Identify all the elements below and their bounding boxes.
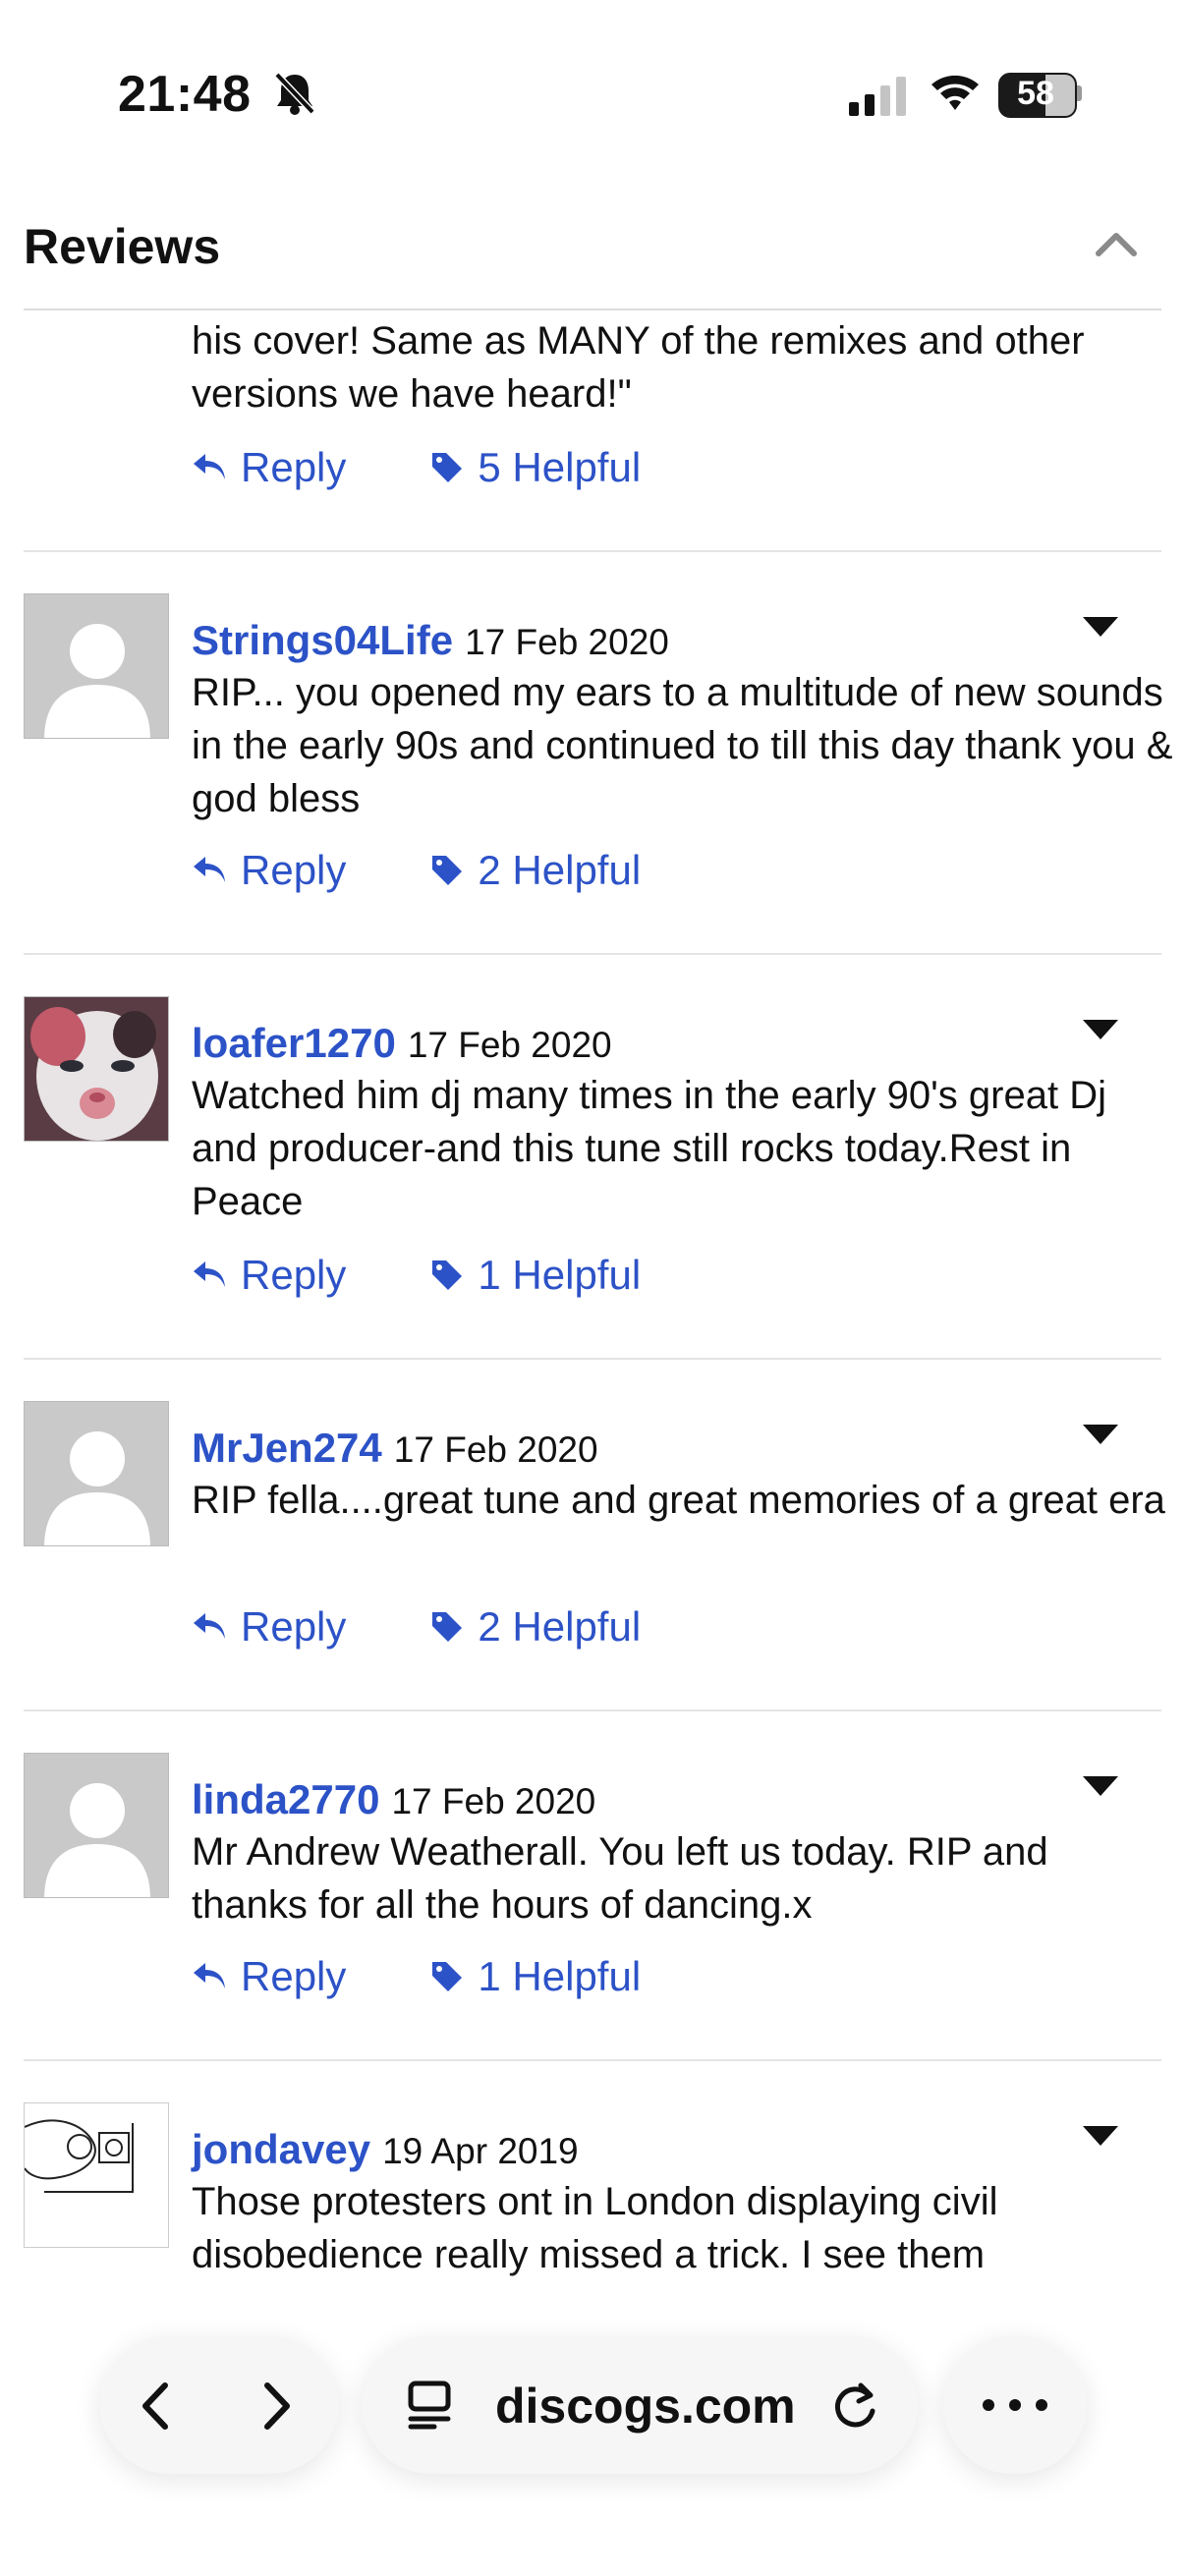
review-actions: Reply 2 Helpful <box>192 1599 725 1654</box>
reply-button[interactable]: Reply <box>192 1252 346 1299</box>
review-meta: jondavey 19 Apr 2019 <box>192 2126 579 2173</box>
page-menu-icon[interactable] <box>405 2380 460 2431</box>
helpful-label: 1 Helpful <box>478 1953 642 1999</box>
forward-icon[interactable] <box>257 2380 297 2433</box>
avatar[interactable] <box>24 593 169 739</box>
helpful-label: 2 Helpful <box>478 1603 642 1650</box>
review-text: Those protesters ont in London displayin… <box>192 2180 998 2276</box>
review-date: 19 Apr 2019 <box>382 2131 579 2171</box>
review-text: Mr Andrew Weatherall. You left us today.… <box>192 1830 1048 1927</box>
helpful-label: 2 Helpful <box>478 847 642 893</box>
username-link[interactable]: linda2770 <box>192 1776 379 1822</box>
divider <box>24 953 1161 955</box>
reply-label: Reply <box>241 1953 347 1999</box>
reply-icon <box>194 1613 225 1639</box>
caret-down-icon[interactable] <box>1081 1774 1120 1798</box>
username-link[interactable]: jondavey <box>192 2126 370 2172</box>
review-actions: Reply 2 Helpful <box>192 843 725 898</box>
review-meta: linda2770 17 Feb 2020 <box>192 1776 595 1823</box>
review-meta: Strings04Life 17 Feb 2020 <box>192 617 669 664</box>
caret-down-icon[interactable] <box>1081 2124 1120 2148</box>
reply-icon <box>194 1261 225 1287</box>
helpful-label: 5 Helpful <box>478 444 642 490</box>
caret-down-icon[interactable] <box>1081 1423 1120 1446</box>
helpful-button[interactable]: 2 Helpful <box>430 1603 641 1651</box>
tag-icon <box>432 453 463 482</box>
divider <box>24 1709 1161 1711</box>
status-time: 21:48 <box>118 66 252 123</box>
avatar[interactable] <box>24 1753 169 1898</box>
review-date: 17 Feb 2020 <box>391 1781 596 1821</box>
chevron-up-icon[interactable] <box>1093 228 1140 257</box>
helpful-label: 1 Helpful <box>478 1252 642 1298</box>
review-actions: Reply 1 Helpful <box>192 1248 725 1303</box>
review-date: 17 Feb 2020 <box>407 1025 612 1065</box>
helpful-button[interactable]: 2 Helpful <box>430 847 641 894</box>
bell-muted-icon <box>274 72 315 115</box>
review-text: Watched him dj many times in the early 9… <box>192 1074 1106 1223</box>
avatar[interactable] <box>24 996 169 1142</box>
review-meta: loafer1270 17 Feb 2020 <box>192 1020 612 1067</box>
more-button[interactable] <box>943 2336 1087 2474</box>
caret-down-icon[interactable] <box>1081 615 1120 639</box>
status-bar: 21:48 58 <box>0 0 1185 187</box>
address-bar[interactable]: discogs.com <box>362 2336 918 2474</box>
username-link[interactable]: MrJen274 <box>192 1425 382 1471</box>
reply-label: Reply <box>241 847 347 893</box>
back-icon[interactable] <box>136 2380 175 2433</box>
avatar[interactable] <box>24 1401 169 1546</box>
avatar[interactable] <box>24 2102 169 2248</box>
tag-icon <box>432 856 463 885</box>
divider <box>24 550 1161 552</box>
review-actions: Reply 1 Helpful <box>192 1949 725 2004</box>
reload-icon[interactable] <box>829 2381 880 2433</box>
wifi-icon <box>931 75 979 110</box>
divider <box>24 1358 1161 1360</box>
tag-icon <box>432 1612 463 1642</box>
review-meta: MrJen274 17 Feb 2020 <box>192 1425 598 1472</box>
caret-down-icon[interactable] <box>1081 1018 1120 1041</box>
reply-icon <box>194 1963 225 1988</box>
review-date: 17 Feb 2020 <box>465 622 669 662</box>
reviews-list: his cover! Same as MANY of the remixes a… <box>0 0 1185 2576</box>
reply-label: Reply <box>241 1603 347 1650</box>
divider <box>24 308 1161 310</box>
review-text: RIP... you opened my ears to a multitude… <box>192 671 1173 820</box>
ellipsis-icon <box>983 2399 1047 2411</box>
tag-icon <box>432 1260 463 1290</box>
reply-label: Reply <box>241 1252 347 1298</box>
reply-button[interactable]: Reply <box>192 847 346 894</box>
divider <box>24 2059 1161 2061</box>
reply-button[interactable]: Reply <box>192 1953 346 2000</box>
reply-button[interactable]: Reply <box>192 1603 346 1651</box>
section-title: Reviews <box>24 219 221 274</box>
helpful-button[interactable]: 1 Helpful <box>430 1252 641 1299</box>
battery-level: 58 <box>1017 75 1054 112</box>
reply-icon <box>194 857 225 882</box>
url-text: discogs.com <box>495 2379 796 2434</box>
helpful-button[interactable]: 5 Helpful <box>430 444 641 491</box>
review-text: RIP fella....great tune and great memori… <box>192 1479 1165 1522</box>
reply-button[interactable]: Reply <box>192 444 346 491</box>
reviews-header[interactable]: Reviews <box>0 187 1185 310</box>
review-text-fragment: his cover! Same as MANY of the remixes a… <box>192 319 1085 416</box>
reply-icon <box>194 454 225 479</box>
username-link[interactable]: loafer1270 <box>192 1020 396 1066</box>
review-actions: Reply 5 Helpful <box>192 440 725 495</box>
battery-icon: 58 <box>998 73 1082 118</box>
nav-controls <box>100 2336 338 2474</box>
review-date: 17 Feb 2020 <box>393 1429 598 1470</box>
tag-icon <box>432 1962 463 1991</box>
cellular-signal-icon <box>849 77 906 116</box>
reply-label: Reply <box>241 444 347 490</box>
username-link[interactable]: Strings04Life <box>192 617 453 663</box>
helpful-button[interactable]: 1 Helpful <box>430 1953 641 2000</box>
